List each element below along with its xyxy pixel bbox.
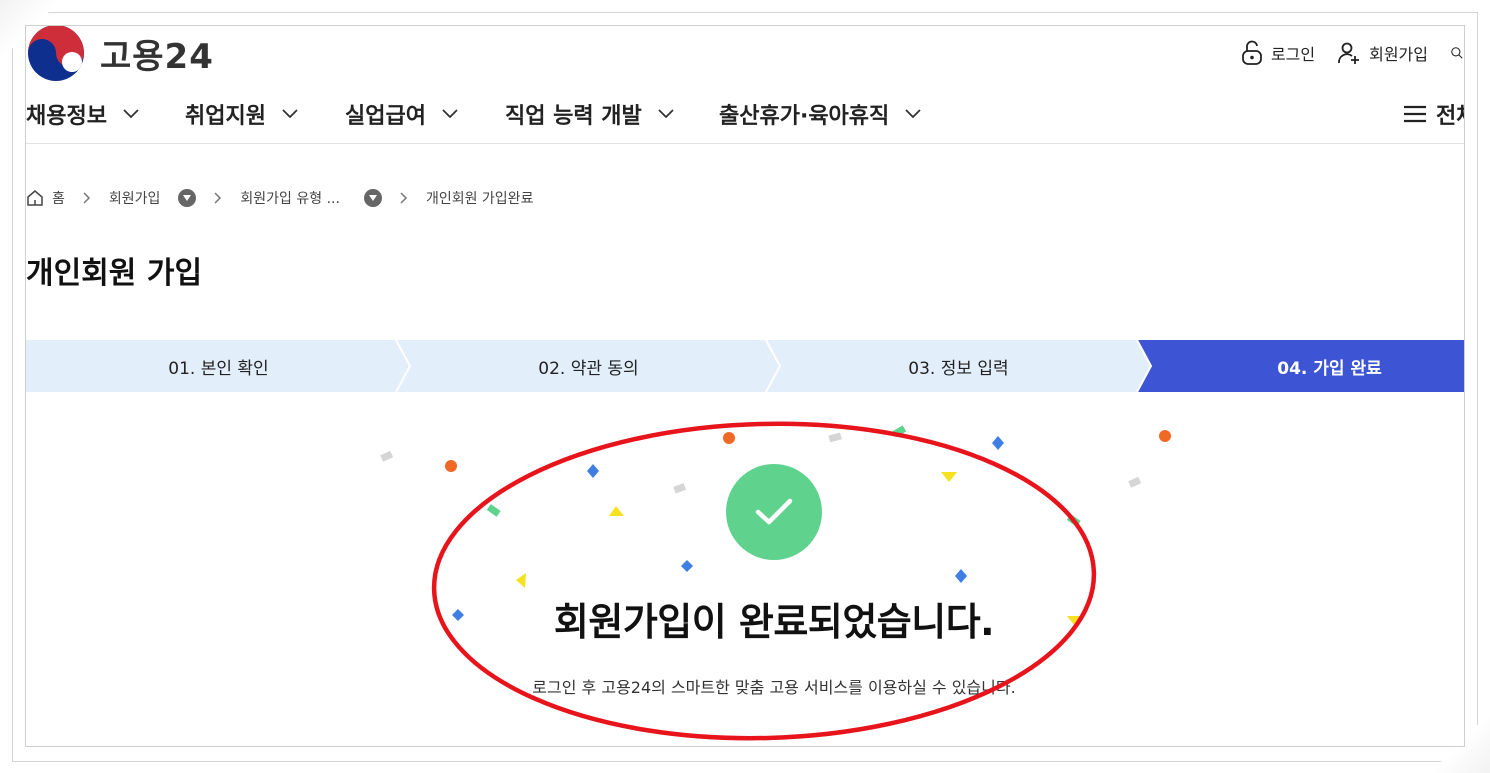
breadcrumb-current-label: 개인회원 가입완료 bbox=[425, 191, 534, 207]
search-icon bbox=[1451, 47, 1463, 59]
breadcrumb-level1[interactable]: 회원가입 bbox=[109, 188, 197, 208]
search-link[interactable] bbox=[1450, 41, 1464, 65]
site-logo[interactable]: 고용24 bbox=[26, 26, 214, 82]
step-2: 02. 약관 동의 bbox=[538, 358, 639, 379]
step-4-active: 04. 가입 완료 bbox=[1277, 358, 1382, 379]
breadcrumb-level1-label: 회원가입 bbox=[108, 191, 161, 207]
chevron-right-icon bbox=[400, 192, 408, 204]
gnb-item-label: 직업 능력 개발 bbox=[505, 104, 642, 129]
chevron-down-icon bbox=[442, 109, 458, 119]
chevron-down-icon bbox=[282, 109, 298, 119]
gnb-item-unemployment-benefit[interactable]: 실업급여 bbox=[345, 94, 458, 134]
all-menu-button[interactable]: 전체 bbox=[1404, 94, 1464, 134]
dropdown-icon[interactable] bbox=[363, 189, 382, 207]
signup-stepper: 01. 본인 확인 02. 약관 동의 03. 정보 입력 04. 가입 완료 bbox=[26, 340, 1464, 392]
home-icon bbox=[27, 190, 43, 206]
chevron-down-icon bbox=[658, 109, 674, 119]
login-label: 로그인 bbox=[1270, 45, 1316, 64]
gnb-item-label: 실업급여 bbox=[345, 104, 426, 129]
gnb-item-label: 채용정보 bbox=[26, 104, 107, 129]
signup-label: 회원가입 bbox=[1369, 45, 1428, 64]
success-check-icon bbox=[726, 464, 822, 560]
chevron-right-icon bbox=[83, 192, 91, 204]
signup-link[interactable]: 회원가입 bbox=[1337, 41, 1428, 65]
logo-text: 고용24 bbox=[100, 36, 214, 77]
hamburger-menu-icon bbox=[1404, 105, 1426, 123]
gnb-item-label: 출산휴가·육아휴직 bbox=[719, 104, 890, 129]
unlock-icon bbox=[1242, 40, 1262, 65]
chevron-right-icon bbox=[214, 192, 222, 204]
completion-description: 로그인 후 고용24의 스마트한 맞춤 고용 서비스를 이용하실 수 있습니다. bbox=[532, 678, 1016, 697]
utility-links: 로그인 회원가입 bbox=[1241, 40, 1464, 66]
chevron-down-icon bbox=[905, 109, 921, 119]
taegeuk-logo-icon bbox=[26, 26, 88, 82]
page-title: 개인회원 가입 bbox=[26, 256, 203, 291]
gnb-item-jobs[interactable]: 채용정보 bbox=[26, 94, 139, 134]
breadcrumb-level2-label: 회원가입 유형 ... bbox=[240, 191, 340, 207]
breadcrumb-current: 개인회원 가입완료 bbox=[426, 188, 534, 208]
breadcrumb-home[interactable]: 홈 bbox=[26, 188, 65, 208]
gnb-item-label: 취업지원 bbox=[185, 104, 266, 129]
all-menu-label: 전체 bbox=[1436, 104, 1464, 129]
gnb-item-employment-support[interactable]: 취업지원 bbox=[185, 94, 298, 134]
chevron-down-icon bbox=[123, 109, 139, 119]
completion-title: 회원가입이 완료되었습니다. bbox=[553, 600, 995, 644]
step-3: 03. 정보 입력 bbox=[908, 358, 1009, 379]
login-link[interactable]: 로그인 bbox=[1241, 40, 1315, 66]
step-1: 01. 본인 확인 bbox=[168, 358, 269, 379]
breadcrumb: 홈 회원가입 회원가입 유형 ... 개인회원 가입완료 bbox=[26, 188, 533, 208]
page-viewport: 고용24 로그인 회원가입 채용정보 취업지원 실업급여 직업 능력 개발 출산… bbox=[25, 25, 1465, 747]
gnb-item-maternity-leave[interactable]: 출산휴가·육아휴직 bbox=[719, 94, 921, 134]
gnb-item-vocational-training[interactable]: 직업 능력 개발 bbox=[505, 94, 674, 134]
add-user-icon bbox=[1338, 42, 1360, 64]
breadcrumb-level2[interactable]: 회원가입 유형 ... bbox=[240, 188, 382, 208]
dropdown-icon[interactable] bbox=[178, 189, 197, 207]
global-navigation: 채용정보 취업지원 실업급여 직업 능력 개발 출산휴가·육아휴직 전체 bbox=[26, 94, 1464, 144]
breadcrumb-home-label: 홈 bbox=[52, 191, 65, 207]
